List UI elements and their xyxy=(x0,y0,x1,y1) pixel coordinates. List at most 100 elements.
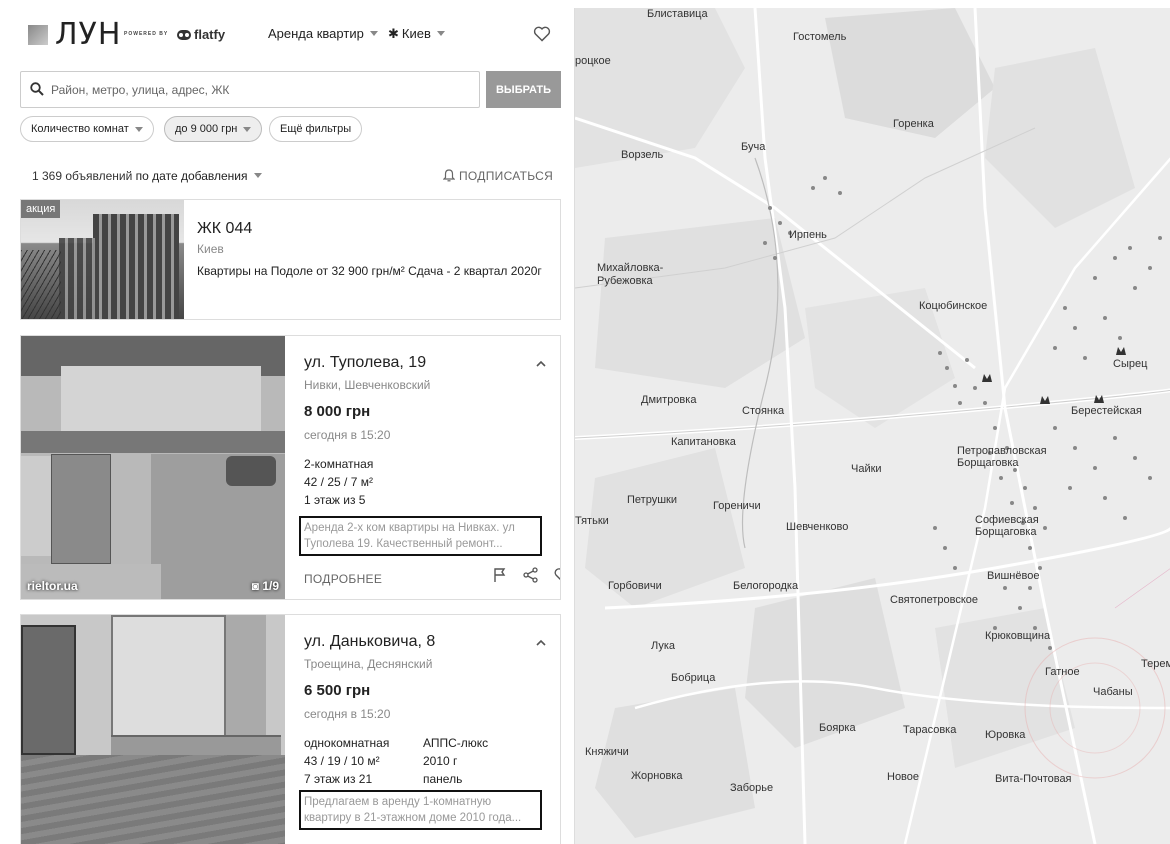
favorites-heart-icon[interactable] xyxy=(533,26,551,42)
promo-card[interactable]: акция ЖК 044 Киев Квартиры на Подоле от … xyxy=(20,199,561,320)
map-place-label: Белогородка xyxy=(733,580,799,592)
partner-logo[interactable]: flatfy xyxy=(177,27,225,42)
map-place-label: Стоянка xyxy=(742,405,785,417)
map-place-label: Буча xyxy=(741,141,766,153)
chevron-down-icon xyxy=(369,31,378,36)
metro-icon[interactable] xyxy=(1093,394,1105,404)
promo-badge: акция xyxy=(21,200,61,218)
promo-title[interactable]: ЖК 044 xyxy=(197,220,252,238)
partner-name: flatfy xyxy=(194,27,226,42)
subscribe-button[interactable]: ПОДПИСАТЬСЯ xyxy=(442,169,553,183)
chevron-up-icon[interactable] xyxy=(536,360,546,368)
listing-floor: 1 этаж из 5 xyxy=(304,493,366,507)
map-place-label: Княжичи xyxy=(585,746,629,758)
filter-label: Ещё фильтры xyxy=(280,123,352,135)
listing-price: 6 500 грн xyxy=(304,682,371,699)
metro-icon[interactable] xyxy=(1115,346,1127,356)
chevron-up-icon[interactable] xyxy=(536,639,546,647)
chevron-down-icon xyxy=(253,173,262,178)
map-place-label: Коцюбинское xyxy=(919,300,988,312)
listing-source[interactable]: rieltor.ua xyxy=(27,579,78,593)
deal-type-label: Аренда квартир xyxy=(268,26,364,41)
listing-address[interactable]: ул. Туполева, 19 xyxy=(304,354,426,372)
map-place-label: Юровка xyxy=(985,729,1026,741)
metro-icon[interactable] xyxy=(1039,395,1051,405)
map-canvas[interactable] xyxy=(575,8,1170,844)
price-filter[interactable]: до 9 000 грн xyxy=(164,116,263,142)
top-bar: ЛУН POWERED BY flatfy Аренда квартир ✱ Ки… xyxy=(0,0,574,68)
bell-icon xyxy=(442,169,456,182)
filter-label: Количество комнат xyxy=(31,123,129,135)
listing-build-year: 2010 г xyxy=(423,754,458,768)
map[interactable]: Блиставица Гостомель роцкое Горенка Ворз… xyxy=(574,8,1170,844)
listing-district: Нивки, Шевченковский xyxy=(304,378,431,392)
metro-icon[interactable] xyxy=(981,373,993,383)
search-input[interactable] xyxy=(51,80,471,100)
filter-label: до 9 000 грн xyxy=(175,123,238,135)
map-place-label: Капитановка xyxy=(671,436,736,448)
favorite-heart-icon[interactable] xyxy=(554,567,561,583)
camera-icon: ◙ xyxy=(251,579,263,593)
map-place-label: Заборье xyxy=(730,782,774,794)
listing-description: Аренда 2-х ком квартиры на Нивках. ул Ту… xyxy=(299,516,542,556)
deal-type-dropdown[interactable]: Аренда квартир xyxy=(268,26,378,41)
map-place-label: Блиставица xyxy=(647,8,708,20)
listing-info: ул. Туполева, 19 Нивки, Шевченковский 8 … xyxy=(299,336,560,599)
listing-address[interactable]: ул. Даньковича, 8 xyxy=(304,633,435,651)
listing-info: ул. Даньковича, 8 Троещина, Деснянский 6… xyxy=(299,615,554,844)
chevron-down-icon xyxy=(243,126,252,132)
logo[interactable]: ЛУН xyxy=(55,17,121,52)
map-place-label: Ворзель xyxy=(621,149,664,161)
map-place-label: Святопетровское xyxy=(890,594,979,606)
map-place-label: Вита-Почтовая xyxy=(995,773,1072,785)
listing-floor: 7 этаж из 21 xyxy=(304,772,373,786)
listing-area: 42 / 25 / 7 м² xyxy=(304,475,373,489)
map-top-border xyxy=(574,0,1170,8)
photo-counter: ◙ 1/9 xyxy=(252,579,279,593)
listing-description: Предлагаем в аренду 1-комнатную квартиру… xyxy=(299,790,542,830)
map-place-label: Михайловка-Рубежовка xyxy=(597,262,664,287)
listing-card[interactable]: rieltor.ua ◙ 1/9 ул. Туполева, 19 Нивки,… xyxy=(20,335,561,600)
map-place-label: роцкое xyxy=(575,55,611,67)
chevron-down-icon xyxy=(134,126,143,132)
rooms-filter[interactable]: Количество комнат xyxy=(20,116,154,142)
choose-button[interactable]: ВЫБРАТЬ xyxy=(486,71,561,108)
map-place-label: Сырец xyxy=(1113,358,1148,370)
listing-card[interactable]: ул. Даньковича, 8 Троещина, Деснянский 6… xyxy=(20,614,561,844)
map-place-label: Лука xyxy=(651,640,676,652)
map-place-label: Жорновка xyxy=(631,770,683,782)
flatfy-icon xyxy=(177,30,191,40)
map-place-label: Шевченково xyxy=(786,521,849,533)
map-place-label: Горенка xyxy=(893,118,934,130)
listing-rooms: 2-комнатная xyxy=(304,457,374,471)
listing-area: 43 / 19 / 10 м² xyxy=(304,754,380,768)
logo-icon[interactable] xyxy=(28,25,48,45)
promo-image xyxy=(21,200,184,319)
city-dropdown[interactable]: ✱ Киев xyxy=(388,26,445,42)
map-place-label: Гореничи xyxy=(713,500,761,512)
listing-photo[interactable] xyxy=(21,615,285,844)
photo-count-text: 1/9 xyxy=(262,579,279,593)
share-icon[interactable] xyxy=(523,567,539,583)
results-count: 1 369 объявлений xyxy=(32,169,133,183)
listing-photo[interactable]: rieltor.ua ◙ 1/9 xyxy=(21,336,285,599)
map-place-label: Боярка xyxy=(819,722,856,734)
map-place-label: Горбовичи xyxy=(608,580,662,592)
map-place-label: Ирпень xyxy=(789,229,827,241)
details-link[interactable]: ПОДРОБНЕЕ xyxy=(304,572,382,586)
map-place-label: Берестейская xyxy=(1071,405,1142,417)
listing-district: Троещина, Деснянский xyxy=(304,657,433,671)
map-place-label: Софиевская Борщаговка xyxy=(975,514,1039,538)
flag-icon[interactable] xyxy=(492,567,508,583)
listing-date: сегодня в 15:20 xyxy=(304,707,391,721)
listing-house-type: АППС-люкс xyxy=(423,736,489,750)
listing-rooms: однокомнатная xyxy=(304,736,390,750)
more-filters-button[interactable]: Ещё фильтры xyxy=(269,116,363,142)
search-icon xyxy=(30,82,44,96)
promo-city: Киев xyxy=(197,242,224,256)
map-place-label: Бобрица xyxy=(671,672,716,684)
sort-dropdown[interactable]: по дате добавления xyxy=(136,169,262,183)
listing-price: 8 000 грн xyxy=(304,403,371,420)
map-place-label: Петрушки xyxy=(627,494,677,506)
chevron-down-icon xyxy=(436,31,445,36)
